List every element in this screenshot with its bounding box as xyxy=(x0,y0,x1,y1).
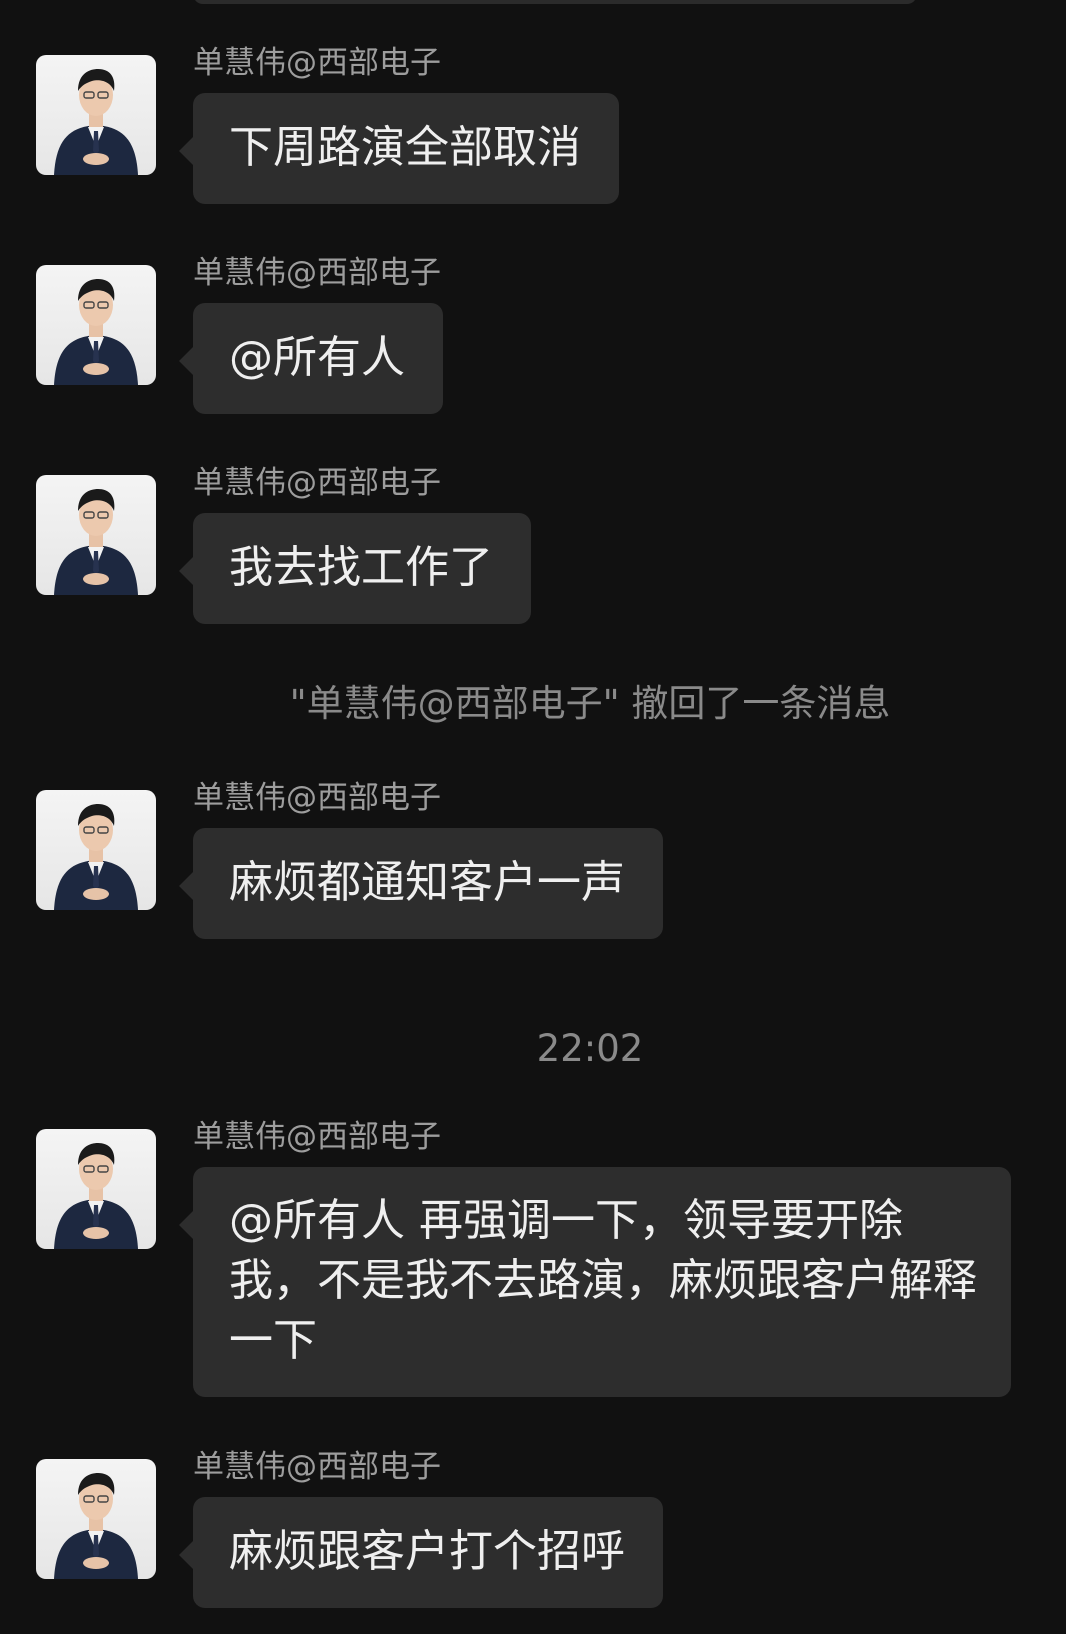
sender-name: 单慧伟@西部电子 xyxy=(193,1119,441,1155)
message-bubble[interactable]: @所有人 再强调一下，领导要开除我，不是我不去路演，麻烦跟客户解释一下 xyxy=(179,1167,1011,1397)
sender-name: 单慧伟@西部电子 xyxy=(193,465,441,501)
sender-name: 单慧伟@西部电子 xyxy=(193,1449,441,1485)
avatar[interactable] xyxy=(36,1459,156,1579)
message-bubble[interactable]: @所有人 xyxy=(179,303,443,414)
message-bubble[interactable]: 麻烦跟客户打个招呼 xyxy=(179,1497,663,1608)
profile-photo-icon xyxy=(54,1143,138,1249)
recall-notice: "单慧伟@西部电子" 撤回了一条消息 xyxy=(289,682,891,725)
profile-photo-icon xyxy=(54,489,138,595)
sender-name: 单慧伟@西部电子 xyxy=(193,255,441,291)
message-bubble[interactable]: 下周路演全部取消 xyxy=(179,93,619,204)
avatar[interactable] xyxy=(36,475,156,595)
profile-photo-icon xyxy=(54,279,138,385)
avatar[interactable] xyxy=(36,790,156,910)
time-divider: 22:02 xyxy=(536,1027,644,1070)
profile-photo-icon xyxy=(54,1473,138,1579)
avatar[interactable] xyxy=(36,55,156,175)
avatar[interactable] xyxy=(36,1129,156,1249)
avatar[interactable] xyxy=(36,265,156,385)
previous-message-bubble xyxy=(193,0,917,4)
profile-photo-icon xyxy=(54,804,138,910)
message-bubble[interactable]: 麻烦都通知客户一声 xyxy=(179,828,663,939)
sender-name: 单慧伟@西部电子 xyxy=(193,45,441,81)
sender-name: 单慧伟@西部电子 xyxy=(193,780,441,816)
message-bubble[interactable]: 我去找工作了 xyxy=(179,513,531,624)
profile-photo-icon xyxy=(54,69,138,175)
